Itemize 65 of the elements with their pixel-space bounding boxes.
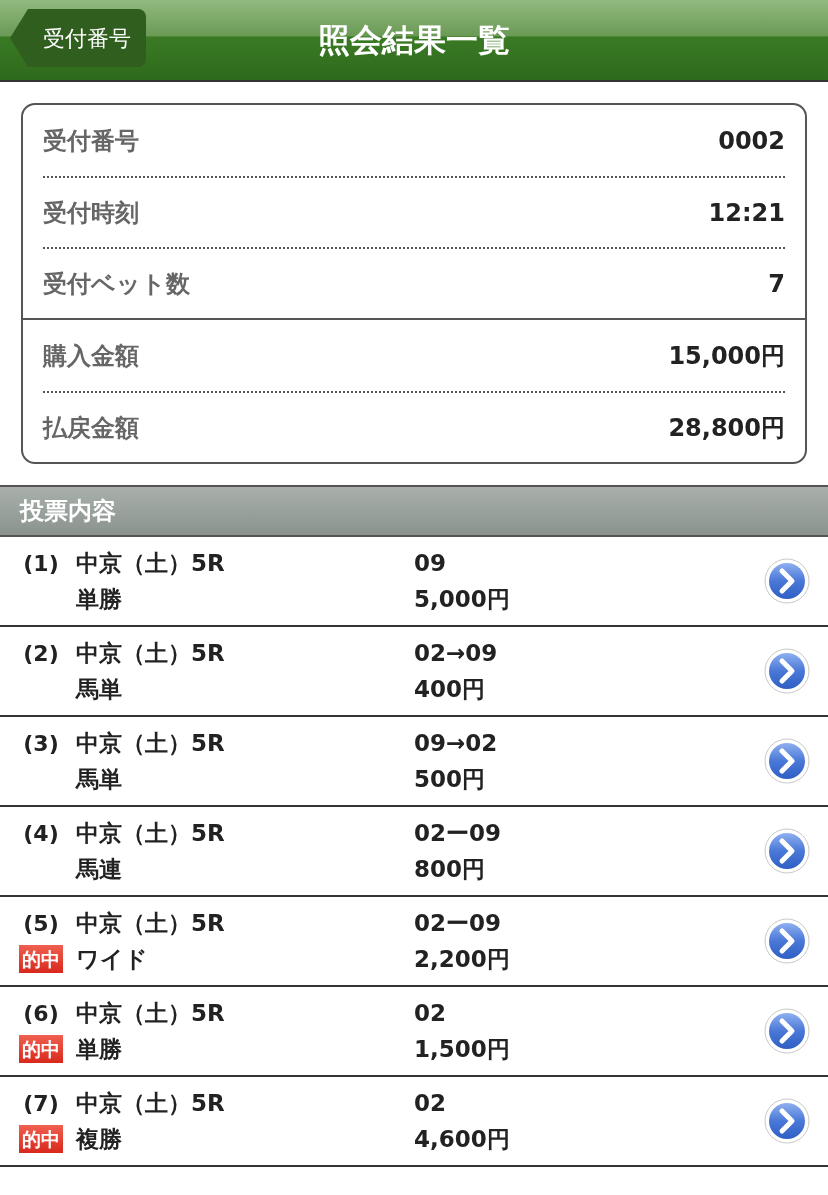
hit-badge: 的中 bbox=[19, 945, 63, 973]
page-title: 照会結果一覧 bbox=[318, 20, 510, 61]
summary-label: 購入金額 bbox=[43, 340, 139, 372]
horse-numbers: 09 bbox=[414, 549, 447, 578]
race-name: 中京（土）5R bbox=[76, 639, 226, 668]
summary-value: 7 bbox=[768, 268, 785, 300]
bet-number: (4) bbox=[23, 820, 59, 848]
race-name: 中京（土）5R bbox=[76, 999, 226, 1028]
bet-row[interactable]: (5) 的中 中京（土）5R ワイド 02ー09 2,200円 bbox=[0, 897, 828, 987]
horse-numbers: 02ー09 bbox=[414, 819, 502, 848]
bet-row[interactable]: (4) 中京（土）5R 馬連 02ー09 800円 bbox=[0, 807, 828, 897]
horse-numbers: 02 bbox=[414, 1089, 447, 1118]
chevron-right-icon[interactable] bbox=[764, 918, 810, 964]
bet-type: 複勝 bbox=[76, 1125, 123, 1154]
summary-value: 0002 bbox=[718, 125, 785, 157]
bet-row[interactable]: (7) 的中 中京（土）5R 複勝 02 4,600円 bbox=[0, 1077, 828, 1167]
bet-amount: 4,600円 bbox=[414, 1125, 511, 1154]
hit-badge: 的中 bbox=[19, 1035, 63, 1063]
bet-row[interactable]: (6) 的中 中京（土）5R 単勝 02 1,500円 bbox=[0, 987, 828, 1077]
bet-type: 単勝 bbox=[76, 1035, 123, 1064]
summary-value: 28,800円 bbox=[668, 412, 785, 444]
summary-label: 受付ベット数 bbox=[43, 268, 190, 300]
chevron-right-icon[interactable] bbox=[764, 558, 810, 604]
chevron-right-icon[interactable] bbox=[764, 738, 810, 784]
summary-value: 15,000円 bbox=[668, 340, 785, 372]
summary-label: 受付時刻 bbox=[43, 197, 139, 229]
bet-number: (3) bbox=[23, 730, 59, 758]
horse-numbers: 02→09 bbox=[414, 639, 499, 668]
section-title: 投票内容 bbox=[20, 496, 116, 527]
summary-value: 12:21 bbox=[708, 197, 785, 229]
bet-type: ワイド bbox=[76, 945, 149, 974]
bet-type: 単勝 bbox=[76, 585, 123, 614]
bet-type: 馬連 bbox=[76, 855, 123, 884]
race-name: 中京（土）5R bbox=[76, 1089, 226, 1118]
bet-row[interactable]: (1) 中京（土）5R 単勝 09 5,000円 bbox=[0, 537, 828, 627]
race-name: 中京（土）5R bbox=[76, 729, 226, 758]
summary-label: 受付番号 bbox=[43, 125, 139, 157]
race-name: 中京（土）5R bbox=[76, 909, 226, 938]
race-name: 中京（土）5R bbox=[76, 549, 226, 578]
hit-badge: 的中 bbox=[19, 1125, 63, 1153]
chevron-right-icon[interactable] bbox=[764, 1008, 810, 1054]
back-button[interactable]: 受付番号 bbox=[10, 9, 146, 67]
bet-amount: 800円 bbox=[414, 855, 486, 884]
bet-amount: 2,200円 bbox=[414, 945, 511, 974]
chevron-right-icon[interactable] bbox=[764, 648, 810, 694]
bet-number: (5) bbox=[23, 910, 59, 938]
bet-amount: 5,000円 bbox=[414, 585, 511, 614]
horse-numbers: 02ー09 bbox=[414, 909, 502, 938]
bet-number: (7) bbox=[23, 1090, 59, 1118]
bet-amount: 500円 bbox=[414, 765, 486, 794]
horse-numbers: 09→02 bbox=[414, 729, 499, 758]
summary-label: 払戻金額 bbox=[43, 412, 139, 444]
bet-type: 馬単 bbox=[76, 675, 123, 704]
bet-number: (1) bbox=[23, 550, 59, 578]
horse-numbers: 02 bbox=[414, 999, 447, 1028]
chevron-right-icon[interactable] bbox=[764, 1098, 810, 1144]
chevron-right-icon[interactable] bbox=[764, 828, 810, 874]
bet-amount: 1,500円 bbox=[414, 1035, 511, 1064]
bet-number: (6) bbox=[23, 1000, 59, 1028]
bet-amount: 400円 bbox=[414, 675, 486, 704]
bet-number: (2) bbox=[23, 640, 59, 668]
bet-row[interactable]: (2) 中京（土）5R 馬単 02→09 400円 bbox=[0, 627, 828, 717]
bet-row[interactable]: (3) 中京（土）5R 馬単 09→02 500円 bbox=[0, 717, 828, 807]
race-name: 中京（土）5R bbox=[76, 819, 226, 848]
bet-type: 馬単 bbox=[76, 765, 123, 794]
